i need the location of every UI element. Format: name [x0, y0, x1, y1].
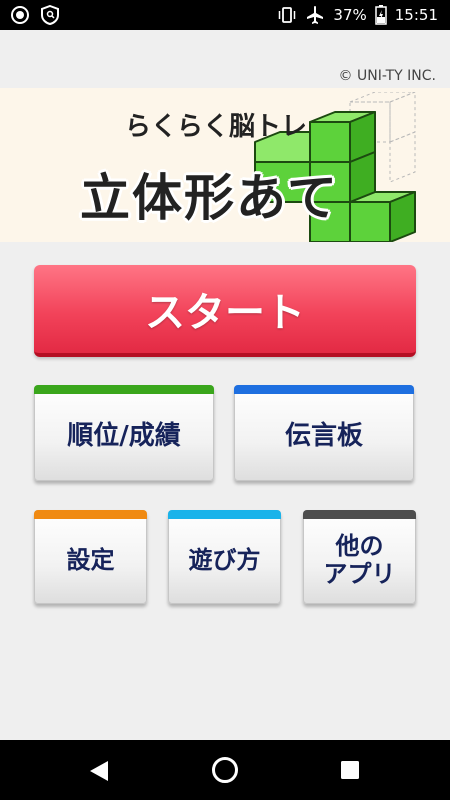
- ranking-label: 順位/成績: [67, 421, 181, 452]
- vibrate-icon: [279, 7, 296, 23]
- copyright-text: © UNI-TY INC.: [338, 68, 436, 84]
- other-apps-label: 他の アプリ: [324, 533, 396, 588]
- record-icon: [11, 6, 29, 24]
- other-apps-label-line2: アプリ: [323, 560, 396, 588]
- settings-color-bar: [34, 510, 147, 519]
- app-title: 立体形あて: [80, 169, 339, 227]
- navigation-bar: [0, 740, 450, 800]
- ranking-color-bar: [34, 385, 214, 394]
- banner-subtitle: らくらく脳トレ: [125, 112, 308, 142]
- battery-icon: [375, 5, 387, 25]
- battery-percent: 37%: [333, 6, 367, 24]
- how-to-play-color-bar: [168, 510, 281, 519]
- clock: 15:51: [394, 6, 438, 24]
- message-board-button[interactable]: 伝言板: [234, 385, 414, 481]
- message-board-label: 伝言板: [284, 421, 363, 452]
- airplane-icon: [307, 6, 324, 24]
- settings-label: 設定: [66, 546, 115, 575]
- message-board-color-bar: [234, 385, 414, 394]
- other-apps-button[interactable]: 他の アプリ: [303, 510, 416, 604]
- back-icon[interactable]: [88, 759, 110, 783]
- start-button[interactable]: スタート: [34, 265, 416, 357]
- how-to-play-button[interactable]: 遊び方: [168, 510, 281, 604]
- settings-button[interactable]: 設定: [34, 510, 147, 604]
- other-apps-color-bar: [303, 510, 416, 519]
- ranking-button[interactable]: 順位/成績: [34, 385, 214, 481]
- other-apps-label-line1: 他の: [335, 532, 384, 561]
- shield-icon: [41, 5, 59, 25]
- title-banner: らくらく脳トレ 立体形あて: [0, 88, 450, 242]
- home-icon[interactable]: [211, 756, 239, 784]
- how-to-play-label: 遊び方: [188, 546, 261, 575]
- recent-apps-icon[interactable]: [341, 761, 359, 779]
- status-bar: 37% 15:51: [0, 0, 450, 30]
